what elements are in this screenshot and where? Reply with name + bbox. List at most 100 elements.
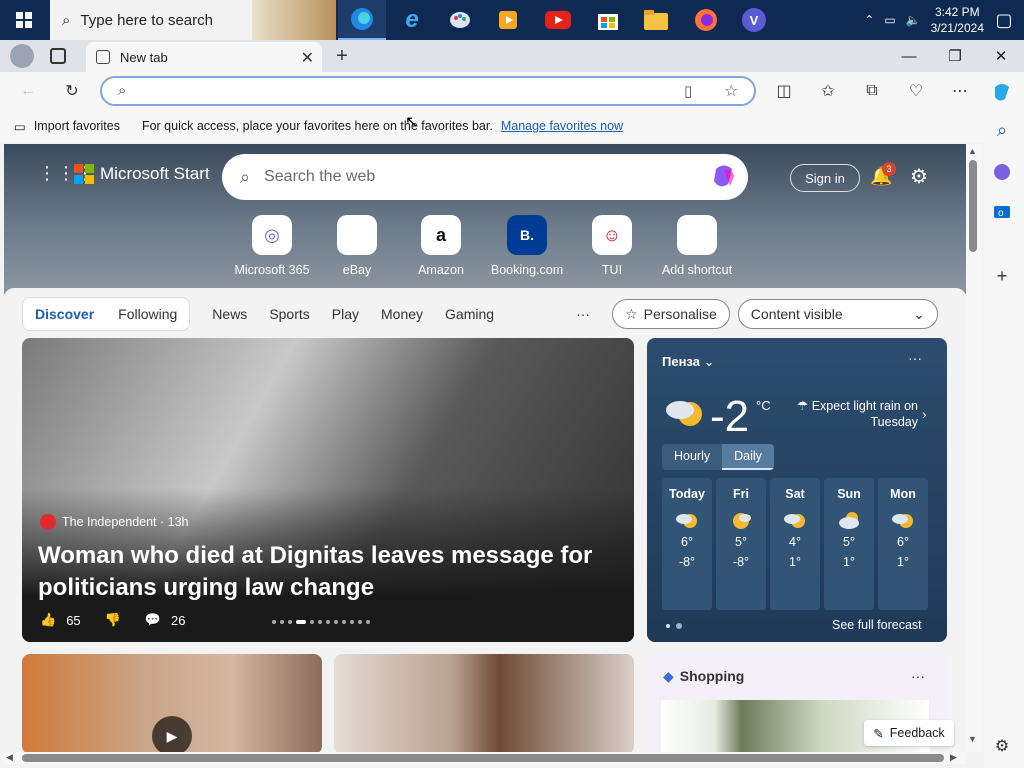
manage-favorites-link[interactable]: Manage favorites now — [501, 119, 623, 133]
forecast-day[interactable]: Sat 4° 1° — [770, 478, 820, 610]
tab-following[interactable]: Following — [106, 306, 189, 322]
tab-actions-icon[interactable] — [50, 48, 66, 64]
temperature-unit[interactable]: °C — [756, 398, 771, 413]
news-source[interactable]: The Independent · 13h — [40, 514, 189, 530]
low-temp: -8° — [732, 555, 750, 569]
vertical-scroll-thumb[interactable] — [969, 160, 977, 252]
paint-taskbar-icon[interactable] — [436, 0, 484, 40]
scroll-down-arrow-icon[interactable]: ▼ — [968, 734, 977, 744]
tab-money[interactable]: Money — [381, 306, 423, 322]
forecast-day[interactable]: Sun 5° 1° — [824, 478, 874, 610]
reader-view-icon[interactable]: ▯ — [684, 82, 692, 100]
comment-icon[interactable]: 💬 — [145, 612, 161, 628]
refresh-icon[interactable]: ↻ — [60, 80, 84, 102]
internet-explorer-taskbar-icon[interactable]: e — [388, 0, 436, 40]
microsoft-start-logo[interactable]: Microsoft Start — [74, 164, 210, 184]
action-center-button[interactable]: ▢ — [984, 0, 1024, 40]
collections-icon[interactable]: ⧉ — [860, 80, 884, 102]
hourly-tab[interactable]: Hourly — [662, 444, 722, 470]
microsoft365-sidebar-icon[interactable] — [990, 160, 1014, 184]
forecast-day[interactable]: Today 6° -8° — [662, 478, 712, 610]
profile-avatar[interactable] — [10, 44, 34, 68]
edge-taskbar-icon[interactable] — [338, 0, 386, 40]
tab-news[interactable]: News — [212, 306, 247, 322]
split-screen-icon[interactable]: ◫ — [772, 80, 796, 102]
weather-pager[interactable] — [666, 623, 682, 629]
copilot-icon[interactable] — [990, 80, 1014, 104]
outlook-sidebar-icon[interactable]: o — [990, 200, 1014, 224]
address-bar[interactable]: ⌕ ▯ ☆ — [100, 76, 756, 106]
carousel-indicator[interactable] — [272, 620, 370, 624]
close-tab-icon[interactable]: ✕ — [301, 48, 314, 68]
shortcut-booking[interactable]: B. Booking.com — [482, 215, 572, 277]
restore-button[interactable]: ❐ — [932, 40, 978, 72]
tab-new-tab[interactable]: New tab ✕ — [86, 42, 322, 72]
news-headline[interactable]: Woman who died at Dignitas leaves messag… — [38, 540, 598, 604]
favorites-icon[interactable]: ✩ — [816, 80, 840, 102]
scroll-right-arrow-icon[interactable]: ▶ — [950, 752, 957, 763]
scroll-up-arrow-icon[interactable]: ▲ — [968, 146, 977, 156]
feedback-button[interactable]: ✎ Feedback — [864, 720, 954, 746]
content-visible-label: Content visible — [750, 306, 843, 322]
import-favorites-button[interactable]: Import favorites — [34, 119, 120, 133]
taskbar-search[interactable]: ⌕ Type here to search — [50, 0, 336, 40]
chevron-right-icon[interactable]: › — [922, 406, 927, 422]
tab-gaming[interactable]: Gaming — [445, 306, 494, 322]
weather-location[interactable]: Пенза ⌄ — [662, 354, 714, 370]
file-explorer-taskbar-icon[interactable] — [632, 0, 680, 40]
close-window-button[interactable]: ✕ — [978, 40, 1024, 72]
back-arrow-icon[interactable]: ← — [16, 80, 40, 102]
search-sidebar-icon[interactable]: ⌕ — [990, 118, 1014, 142]
add-shortcut-button[interactable]: + Add shortcut — [652, 215, 742, 277]
shopping-more-icon[interactable]: ··· — [911, 668, 925, 684]
shortcut-ebay[interactable]: 🛍 eBay — [312, 215, 402, 277]
web-search-box[interactable]: ⌕ Search the web — [222, 154, 748, 200]
forecast-day[interactable]: Fri 5° -8° — [716, 478, 766, 610]
new-tab-button[interactable]: + — [330, 44, 354, 68]
like-icon[interactable]: 👍 — [40, 612, 56, 628]
day-name: Today — [669, 487, 705, 501]
minimize-button[interactable]: — — [886, 40, 932, 72]
vpn-taskbar-icon[interactable]: V — [730, 0, 778, 40]
favorite-star-icon[interactable]: ☆ — [724, 81, 738, 101]
address-input[interactable] — [142, 82, 662, 100]
chevron-up-icon[interactable]: ⌃ — [864, 13, 874, 27]
ebay-icon: 🛍 — [337, 215, 377, 255]
see-full-forecast-link[interactable]: See full forecast — [832, 618, 922, 632]
video-news-card[interactable]: ▶ — [22, 654, 322, 754]
dislike-icon[interactable]: 👎 — [105, 612, 121, 628]
daily-tab[interactable]: Daily — [722, 444, 774, 470]
network-icon[interactable]: ▭ — [884, 13, 895, 27]
personalise-button[interactable]: ☆ Personalise — [612, 299, 730, 329]
firefox-taskbar-icon[interactable] — [682, 0, 730, 40]
store-taskbar-icon[interactable] — [584, 0, 632, 40]
forecast-day[interactable]: Mon 6° 1° — [878, 478, 928, 610]
scroll-left-arrow-icon[interactable]: ◀ — [6, 752, 13, 763]
more-menu-icon[interactable]: ⋯ — [948, 80, 972, 102]
youtube-taskbar-icon[interactable] — [534, 0, 582, 40]
tab-discover[interactable]: Discover — [23, 306, 106, 322]
content-visibility-dropdown[interactable]: Content visible ⌄ — [737, 299, 938, 329]
add-sidebar-app-icon[interactable]: + — [990, 264, 1014, 288]
shortcut-tui[interactable]: ☺ TUI — [567, 215, 657, 277]
shortcut-microsoft365[interactable]: ◎ Microsoft 365 — [227, 215, 317, 277]
clock[interactable]: 3:42 PM 3/21/2024 — [931, 4, 984, 36]
search-icon: ⌕ — [62, 11, 71, 29]
volume-muted-icon[interactable]: 🔈 — [906, 13, 921, 27]
sign-in-button[interactable]: Sign in — [790, 164, 860, 192]
play-icon[interactable]: ▶ — [152, 716, 192, 754]
shortcut-amazon[interactable]: a Amazon — [396, 215, 486, 277]
page-settings-icon[interactable]: ⚙ — [910, 164, 928, 189]
news-card[interactable] — [334, 654, 634, 754]
weather-more-icon[interactable]: ··· — [908, 350, 922, 366]
weather-alert[interactable]: ☂ Expect light rain on Tuesday — [792, 398, 918, 430]
start-button[interactable] — [0, 0, 48, 40]
more-tabs-button[interactable]: ··· — [576, 306, 590, 322]
tab-play[interactable]: Play — [332, 306, 359, 322]
sidebar-settings-icon[interactable]: ⚙ — [990, 734, 1014, 758]
tab-sports[interactable]: Sports — [269, 306, 309, 322]
media-player-taskbar-icon[interactable] — [484, 0, 532, 40]
performance-icon[interactable]: ♡ — [904, 80, 928, 102]
horizontal-scroll-thumb[interactable] — [22, 754, 944, 762]
feedback-icon: ✎ — [873, 726, 884, 741]
